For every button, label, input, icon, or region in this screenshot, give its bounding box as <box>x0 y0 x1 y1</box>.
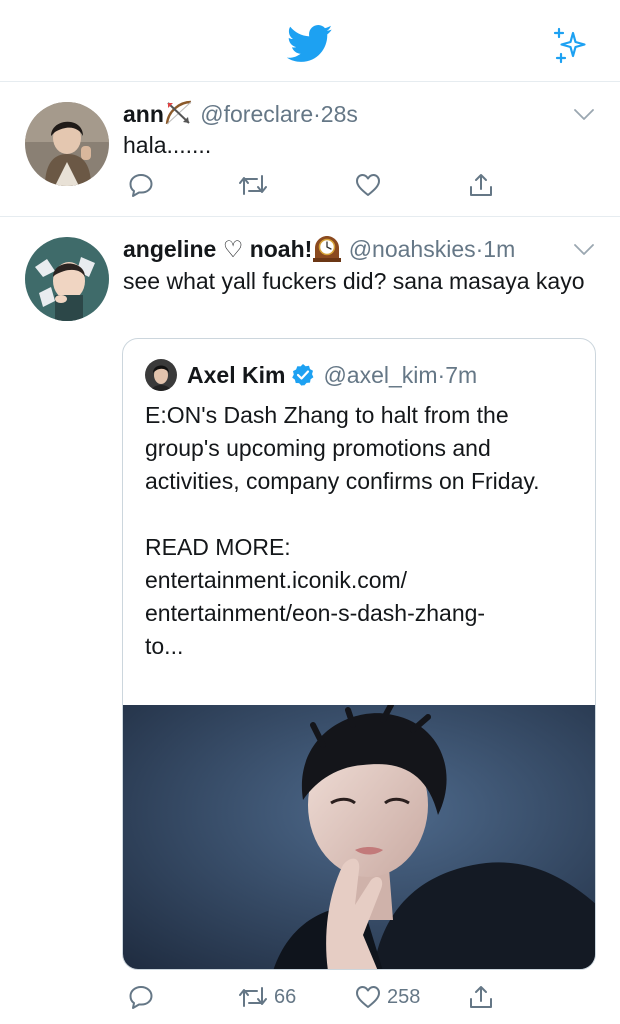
mantelpiece-clock-icon <box>312 234 342 269</box>
retweet-button[interactable] <box>238 170 274 200</box>
tweet[interactable]: angeline ♡ noah! @noahskies·1m see what … <box>0 218 620 1024</box>
sparkle-icon[interactable] <box>551 26 591 66</box>
retweet-count: 66 <box>274 985 297 1008</box>
retweet-icon <box>239 175 267 195</box>
share-button[interactable] <box>468 982 494 1012</box>
reply-button[interactable] <box>128 170 160 200</box>
tweet-text: see what yall fuckers did? sana masaya k… <box>123 268 585 294</box>
heart-icon <box>356 174 380 196</box>
user-handle[interactable]: @noahskies <box>349 236 476 262</box>
display-name[interactable]: ann <box>123 101 164 127</box>
quoted-tweet-header: Axel Kim @axel_kim · 7m <box>145 359 477 391</box>
timestamp[interactable]: 7m <box>445 359 477 391</box>
avatar[interactable] <box>145 359 177 391</box>
like-button[interactable] <box>355 170 387 200</box>
separator: · <box>437 362 446 388</box>
reply-icon <box>129 986 153 1009</box>
timestamp[interactable]: 1m <box>483 236 515 262</box>
chevron-down-icon[interactable] <box>574 109 594 121</box>
top-navigation-bar <box>0 0 620 82</box>
like-count: 258 <box>387 985 421 1008</box>
quoted-tweet-photo[interactable] <box>123 705 595 969</box>
share-icon <box>470 986 492 1008</box>
timestamp[interactable]: 28s <box>321 101 358 127</box>
twitter-bird-icon[interactable] <box>287 24 333 64</box>
retweet-icon <box>239 987 267 1007</box>
separator: · <box>313 101 321 127</box>
avatar[interactable] <box>25 102 109 186</box>
tweet[interactable]: ann @foreclare·28s hala....... <box>0 83 620 217</box>
tweet-text: hala....... <box>123 132 212 158</box>
share-button[interactable] <box>468 170 494 200</box>
tweet-header: angeline ♡ noah! @noahskies·1m <box>123 234 515 264</box>
share-icon <box>470 174 492 196</box>
display-name[interactable]: Axel Kim <box>187 359 285 391</box>
like-button[interactable]: 258 <box>355 982 420 1012</box>
tweet-actions: 66 258 <box>123 982 503 1012</box>
reply-button[interactable] <box>128 982 160 1012</box>
user-handle[interactable]: @axel_kim <box>323 359 437 391</box>
quoted-tweet-text: E:ON's Dash Zhang to halt from the group… <box>145 402 540 659</box>
avatar[interactable] <box>25 237 109 321</box>
display-name[interactable]: angeline ♡ noah! <box>123 236 312 262</box>
verified-badge-icon <box>292 364 314 386</box>
retweet-button[interactable]: 66 <box>238 982 296 1012</box>
tweet-header: ann @foreclare·28s <box>123 99 358 129</box>
user-handle[interactable]: @foreclare <box>200 101 313 127</box>
chevron-down-icon[interactable] <box>574 244 594 256</box>
reply-icon <box>129 174 153 197</box>
quoted-tweet[interactable]: Axel Kim @axel_kim · 7m E:ON's Dash Zhang … <box>122 338 596 970</box>
heart-icon <box>356 986 380 1008</box>
tweet-actions <box>123 170 503 200</box>
